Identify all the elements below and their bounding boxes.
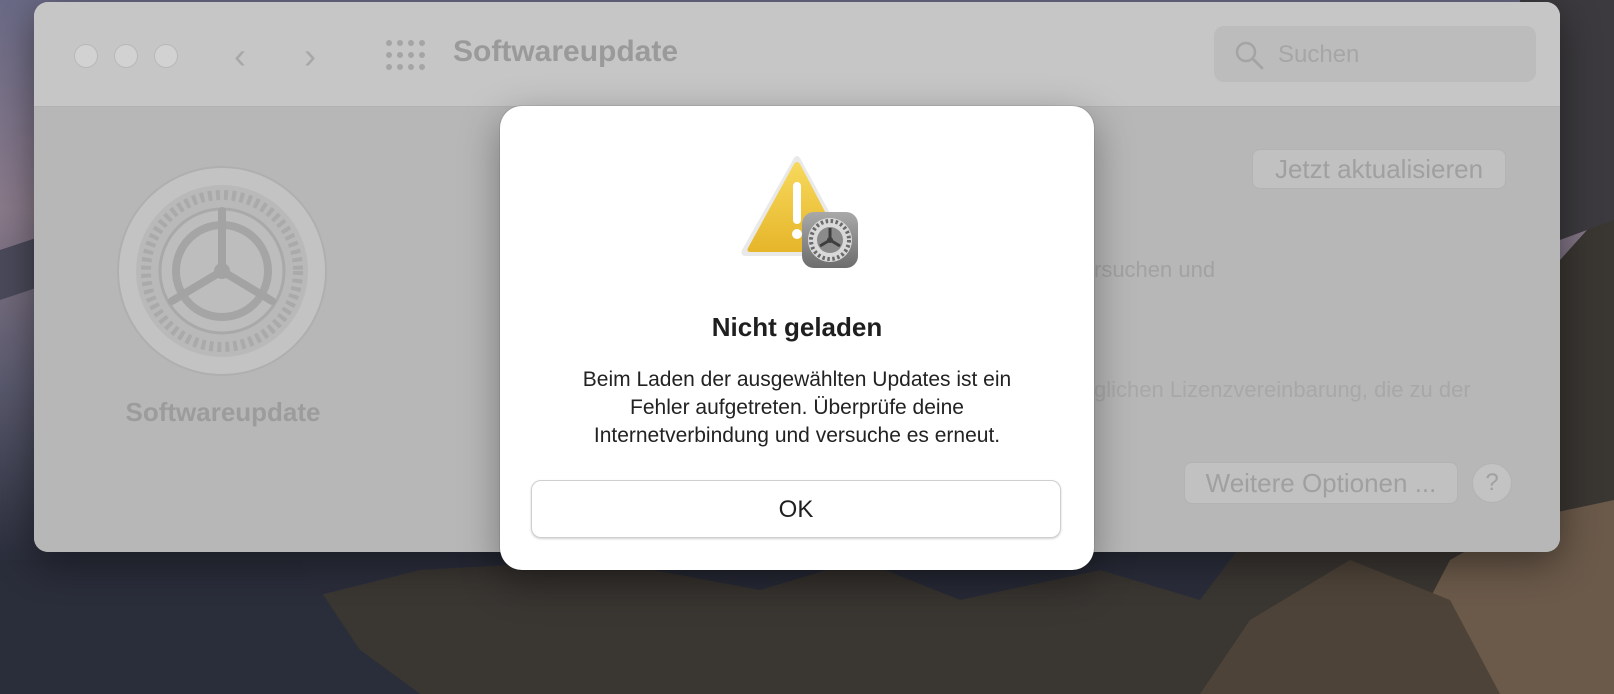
- close-icon[interactable]: [74, 44, 98, 68]
- dialog-title: Nicht geladen: [711, 312, 883, 342]
- update-now-button[interactable]: Jetzt aktualisieren: [1252, 149, 1506, 189]
- dialog-message-line: Fehler aufgetreten. Überprüfe deine: [630, 396, 964, 419]
- back-icon[interactable]: ‹: [234, 36, 246, 76]
- alert-dialog: Nicht geladen Beim Laden der ausgewählte…: [500, 106, 1094, 570]
- show-all-grid-icon[interactable]: [386, 40, 426, 72]
- partial-text-1: rsuchen und: [1094, 257, 1216, 282]
- pane-label: Softwareupdate: [125, 397, 321, 427]
- title-bar: ‹ › Softwareupdate: [34, 2, 1560, 107]
- window-title: Softwareupdate: [453, 35, 679, 68]
- forward-icon[interactable]: ›: [304, 36, 316, 76]
- dialog-message-line: Internetverbindung und versuche es erneu…: [593, 424, 1001, 447]
- ok-button[interactable]: OK: [531, 480, 1061, 538]
- minimize-icon[interactable]: [114, 44, 138, 68]
- search-input[interactable]: [1276, 40, 1520, 70]
- warning-icon: [741, 156, 858, 268]
- search-field[interactable]: [1214, 26, 1536, 82]
- search-icon: [1235, 41, 1264, 70]
- more-options-button[interactable]: Weitere Optionen ...: [1184, 462, 1458, 504]
- dialog-message-line: Beim Laden der ausgewählten Updates ist …: [582, 368, 1012, 391]
- help-button[interactable]: ?: [1472, 463, 1512, 503]
- dialog-message: Beim Laden der ausgewählten Updates ist …: [550, 366, 1044, 450]
- gear-icon: [117, 166, 327, 376]
- zoom-icon[interactable]: [154, 44, 178, 68]
- partial-text-2: glichen Lizenzvereinbarung, die zu der: [1094, 377, 1471, 402]
